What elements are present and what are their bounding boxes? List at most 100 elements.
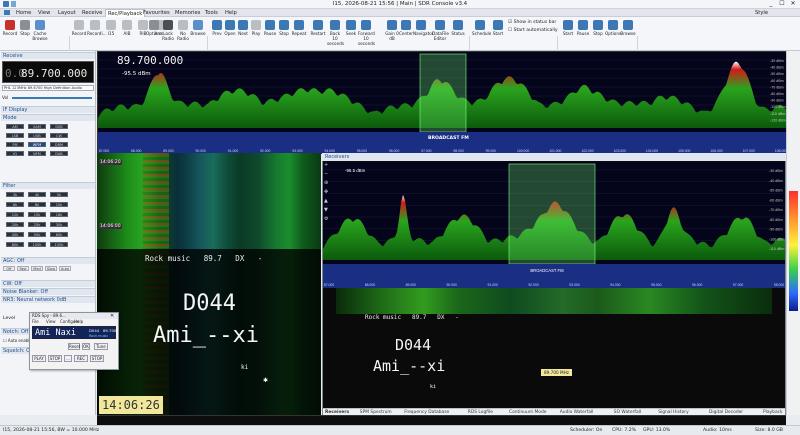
vertical-scrollbar[interactable] — [786, 51, 800, 415]
menu-memories[interactable]: Memories — [175, 10, 200, 16]
minimize-button[interactable]: _ — [766, 1, 776, 8]
filter-button[interactable]: 8k — [28, 202, 46, 207]
mode-button[interactable]: CW — [50, 133, 68, 138]
ribbon-button-20[interactable]: Restart — [310, 19, 326, 45]
color-scale-bar[interactable] — [789, 191, 798, 311]
rds-button[interactable]: OK — [82, 343, 90, 350]
video-button-1[interactable]: Pause — [575, 19, 591, 45]
filter-button[interactable]: 6k — [6, 202, 24, 207]
menu-tools[interactable]: Tools — [205, 10, 218, 16]
menu-favourites[interactable]: Favourites — [143, 10, 170, 16]
main-freq-display[interactable]: 89.700.000 — [117, 54, 183, 67]
pan-icon[interactable]: ✥ — [324, 189, 328, 195]
ribbon-button-2[interactable]: Cache Browse — [32, 19, 48, 45]
mode-button[interactable]: FM — [6, 142, 24, 147]
menu-home[interactable]: Home — [16, 10, 31, 16]
filter-button[interactable]: 150k — [50, 242, 68, 247]
filter-button[interactable]: 12k — [6, 212, 24, 217]
mode-button[interactable]: AM — [6, 124, 24, 129]
receivers-waterfall[interactable] — [336, 288, 772, 314]
filter-button[interactable]: 20k — [6, 222, 24, 227]
ribbon-button-30[interactable]: Start — [490, 19, 506, 45]
filter-button[interactable]: 3k — [6, 192, 24, 197]
section-if-display[interactable]: IF Display — [1, 106, 95, 113]
waterfall[interactable]: 14:06:20 14:06:00 Rock music 89.7 DX - D… — [97, 153, 321, 415]
selected-channel[interactable] — [419, 53, 467, 133]
filter-button[interactable]: 100k — [28, 242, 46, 247]
mode-button[interactable]: LSB — [6, 133, 24, 138]
ribbon-button-4[interactable]: Recordi... — [87, 19, 107, 45]
agc-button[interactable]: Fast — [17, 266, 29, 271]
ribbon-button-10[interactable]: Lock Radio — [160, 19, 176, 45]
filter-button[interactable]: 4k — [28, 192, 46, 197]
arrow-up-icon[interactable]: ▲ — [324, 198, 328, 204]
mode-button[interactable]: IQ — [6, 151, 24, 156]
ribbon-button-6[interactable]: AIB — [119, 19, 135, 45]
menu-view[interactable]: View — [38, 10, 50, 16]
auto-enable-checkbox[interactable]: ☐ Auto enable — [3, 338, 32, 343]
ribbon-button-5[interactable]: I15 — [103, 19, 119, 45]
ribbon-button-26[interactable]: Navigator — [413, 19, 434, 45]
filter-button[interactable]: 10k — [50, 202, 68, 207]
mode-button[interactable]: USB — [28, 133, 46, 138]
filter-button[interactable]: 30k — [50, 222, 68, 227]
selected-channel[interactable] — [508, 163, 596, 265]
mode-button[interactable]: WFM — [28, 142, 46, 147]
agc-button[interactable]: Auto — [59, 266, 71, 271]
start-automatically-checkbox[interactable]: ☐ Start automatically — [508, 28, 558, 33]
section-agc[interactable]: AGC: Off — [1, 257, 95, 264]
ribbon-button-12[interactable]: Browse — [190, 19, 206, 45]
rds-menu-item[interactable]: Help — [74, 319, 83, 324]
filter-button[interactable]: 18k — [50, 212, 68, 217]
receivers-spectrum-graph[interactable]: -30 dBm -40 dBm -50 dBm -60 dBm -70 dBm -80 d… — [323, 162, 785, 288]
mode-button[interactable]: DAB — [50, 151, 68, 156]
mode-button[interactable]: SAM — [28, 124, 46, 129]
filter-button[interactable]: 25k — [28, 222, 46, 227]
video-button-2[interactable]: Stop — [590, 19, 606, 45]
menu-rec-playback[interactable]: Rec/Playback — [105, 9, 146, 17]
plus-icon[interactable]: + — [324, 162, 328, 168]
show-in-status-bar-checkbox[interactable]: ☑ Show in status bar — [508, 20, 556, 25]
rds-button[interactable]: STOP — [48, 355, 62, 362]
section-nr3[interactable]: NR3: Neural network 0dB — [1, 296, 95, 303]
arrow-down-icon[interactable]: ▼ — [324, 207, 328, 213]
ribbon-button-28[interactable]: Status — [450, 19, 466, 45]
mode-button[interactable]: NFM — [28, 151, 46, 156]
maximize-button[interactable]: ☐ — [777, 1, 787, 8]
ribbon-button-29[interactable]: Schedule — [472, 19, 491, 45]
ribbon-button-11[interactable]: No Radio — [175, 19, 191, 45]
section-mode[interactable]: Mode — [1, 114, 95, 121]
rds-button[interactable]: REC — [74, 355, 88, 362]
agc-button[interactable]: Off — [3, 266, 15, 271]
ribbon-button-18[interactable]: Stop — [276, 19, 292, 45]
filter-button[interactable]: 40k — [6, 232, 24, 237]
rds-button[interactable]: STOP — [90, 355, 104, 362]
ribbon-button-27[interactable]: DataFile Editor — [432, 19, 449, 45]
menu-receive[interactable]: Receive — [82, 10, 102, 16]
filter-button[interactable]: 15k — [28, 212, 46, 217]
video-button-4[interactable]: Browse — [620, 19, 636, 45]
rds-button[interactable]: Reset — [68, 343, 80, 350]
rds-button[interactable]: Tune — [94, 343, 108, 350]
volume-slider[interactable] — [12, 97, 92, 99]
filter-button[interactable]: 5k — [50, 192, 68, 197]
agc-button[interactable]: Slow — [45, 266, 57, 271]
video-button-3[interactable]: Options — [605, 19, 621, 45]
mode-button[interactable]: DSB — [50, 124, 68, 129]
main-spectrum[interactable]: -30 dBm -40 dBm -50 dBm -60 dBm -70 dBm -80 d… — [97, 51, 787, 154]
menu-help[interactable]: Help — [225, 10, 237, 16]
ribbon-button-21[interactable]: Back 10 seconds — [327, 19, 344, 46]
ribbon-button-23[interactable]: Forward 10 seconds — [358, 19, 375, 46]
agc-button[interactable]: Med — [31, 266, 43, 271]
ribbon-button-19[interactable]: Repeat — [291, 19, 307, 45]
mode-select[interactable]: PHL 123MHz 89.6700 High Definition Audio — [2, 85, 94, 91]
style-menu[interactable]: Style — [755, 10, 768, 16]
rds-menu-item[interactable]: View — [46, 319, 56, 324]
ribbon-button-3[interactable]: Record — [71, 19, 87, 45]
rds-button[interactable]: PLAY — [32, 355, 46, 362]
filter-button[interactable]: 60k — [50, 232, 68, 237]
section-filter[interactable]: Filter — [1, 182, 95, 189]
rds-button[interactable]: ... — [64, 355, 72, 362]
mode-button[interactable]: DRM — [50, 142, 68, 147]
settings-icon[interactable]: ⚙ — [324, 216, 328, 222]
